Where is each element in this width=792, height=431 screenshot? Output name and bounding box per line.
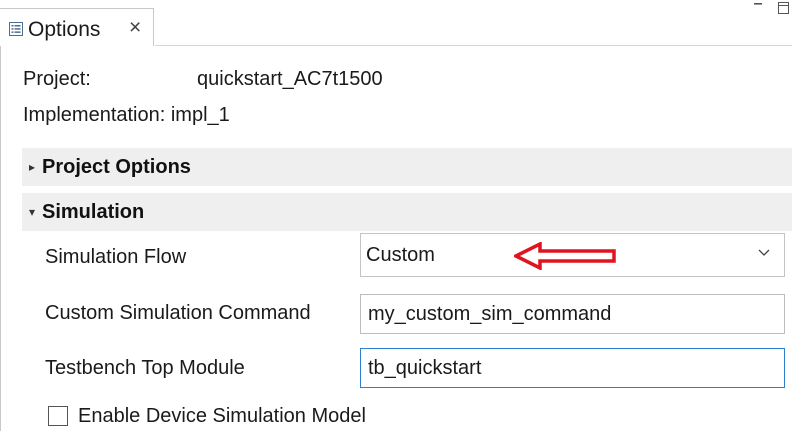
chevron-right-icon[interactable]: ▸ xyxy=(29,160,35,174)
properties-icon xyxy=(9,22,23,36)
close-icon[interactable]: × xyxy=(129,16,141,40)
simulation-flow-value: Custom xyxy=(366,244,435,266)
device-sim-model-label[interactable]: Enable Device Simulation Model xyxy=(78,405,366,428)
tab-options[interactable]: Options × xyxy=(0,8,154,46)
testbench-top-module-label: Testbench Top Module xyxy=(45,357,245,379)
custom-sim-command-input[interactable] xyxy=(360,294,785,334)
section-title: Project Options xyxy=(42,156,191,178)
section-title: Simulation xyxy=(42,201,145,223)
device-sim-model-checkbox[interactable] xyxy=(48,406,68,426)
custom-sim-command-label: Custom Simulation Command xyxy=(45,302,311,324)
minimize-icon[interactable] xyxy=(753,0,763,8)
section-project-options[interactable]: ▸ Project Options xyxy=(22,148,792,186)
tab-label: Options xyxy=(28,18,101,41)
tab-bar-divider xyxy=(155,45,792,46)
red-arrow-annotation xyxy=(514,242,616,270)
project-value: quickstart_AC7t1500 xyxy=(197,68,383,90)
view-border xyxy=(0,46,1,431)
chevron-down-icon[interactable]: ▾ xyxy=(29,205,35,219)
simulation-flow-label: Simulation Flow xyxy=(45,246,187,268)
maximize-icon[interactable] xyxy=(778,2,789,14)
implementation-label: Implementation: impl_1 xyxy=(23,104,230,126)
project-label: Project: xyxy=(23,68,91,90)
section-simulation[interactable]: ▾ Simulation xyxy=(22,193,792,231)
editor-tab-bar: Options × xyxy=(0,8,792,46)
chevron-down-icon[interactable] xyxy=(758,246,770,258)
testbench-top-module-input[interactable] xyxy=(360,348,785,388)
